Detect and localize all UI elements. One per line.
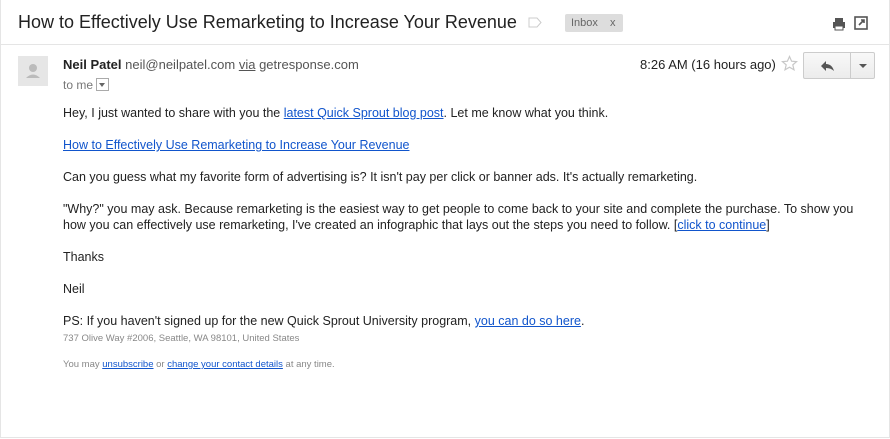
star-icon[interactable] [781,55,798,72]
remove-label-button[interactable]: x [610,14,616,32]
paragraph-signature: Neil [63,282,85,296]
sender-name[interactable]: Neil Patel [63,57,122,72]
email-footer: You may unsubscribe or change your conta… [63,359,335,370]
print-icon[interactable] [831,16,847,32]
change-contact-details-link[interactable]: change your contact details [167,359,283,370]
recipient-line: to me [63,78,110,92]
sender-domain: getresponse.com [259,57,359,72]
sender-line: Neil Patel neil@neilpatel.com via getres… [63,57,359,72]
reply-icon [821,61,834,71]
postal-address: 737 Olive Way #2006, Seattle, WA 98101, … [63,333,300,344]
paragraph-article-link: How to Effectively Use Remarketing to In… [63,137,409,153]
email-subject: How to Effectively Use Remarketing to In… [18,12,517,32]
label-icon[interactable] [528,17,542,28]
via-link[interactable]: via [239,57,256,72]
paragraph-intro: Hey, I just wanted to share with you the… [63,106,609,120]
email-timestamp: 8:26 AM (16 hours ago) [640,57,776,72]
more-options-button[interactable] [850,52,875,79]
subject-header: How to Effectively Use Remarketing to In… [1,0,889,45]
new-window-icon[interactable] [854,16,868,30]
inbox-label-text: Inbox [571,17,598,29]
reply-button[interactable] [803,52,851,79]
click-to-continue-link[interactable]: click to continue [677,218,766,232]
sender-email: neil@neilpatel.com [125,57,236,72]
recipient-text: to me [63,78,94,92]
paragraph-ps: PS: If you haven't signed up for the new… [63,314,585,328]
signup-link[interactable]: you can do so here [475,314,581,328]
email-view: How to Effectively Use Remarketing to In… [0,0,890,438]
paragraph-why: "Why?" you may ask. Because remarketing … [63,202,854,232]
paragraph-thanks: Thanks [63,250,104,264]
chevron-down-icon[interactable] [96,78,110,91]
paragraph-question: Can you guess what my favorite form of a… [63,170,698,184]
unsubscribe-link[interactable]: unsubscribe [102,359,153,370]
avatar [18,56,48,86]
article-link[interactable]: How to Effectively Use Remarketing to In… [63,138,409,152]
inbox-label[interactable]: Inbox x [565,14,623,32]
person-icon [26,64,40,78]
blog-post-link[interactable]: latest Quick Sprout blog post [284,106,444,120]
